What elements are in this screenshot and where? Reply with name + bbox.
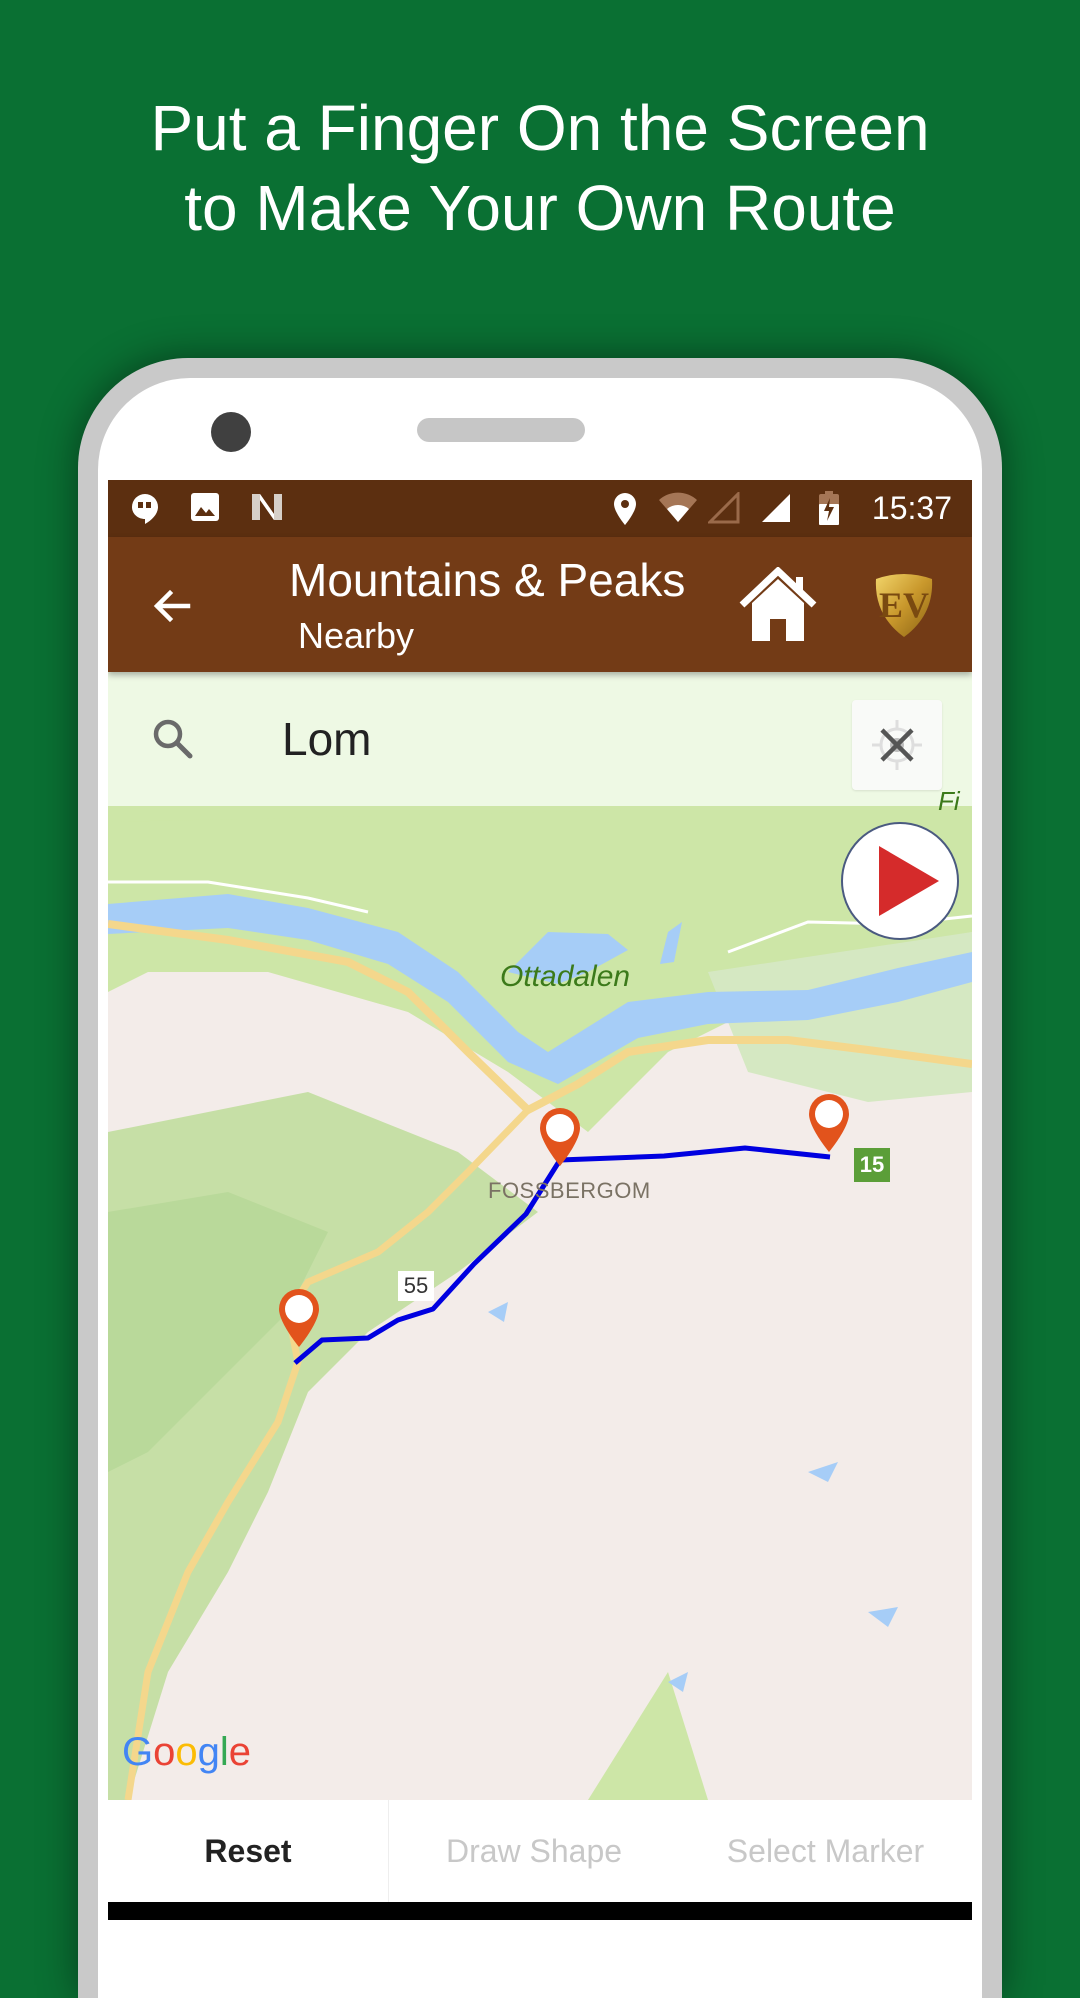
promo-headline-line2: to Make Your Own Route [184, 172, 896, 244]
n-icon [252, 494, 282, 520]
route-marker[interactable] [806, 1092, 852, 1156]
status-time: 15:37 [871, 490, 952, 526]
signal-icon [762, 494, 790, 522]
reset-button[interactable]: Reset [108, 1800, 388, 1902]
toolbar-subtitle: Nearby [298, 615, 415, 656]
home-icon[interactable] [738, 567, 818, 643]
status-bar: 15:37 [108, 480, 972, 537]
bottom-action-bar: Reset Draw Shape Select Marker [108, 1800, 972, 1902]
phone-speaker [417, 418, 585, 442]
route-marker[interactable] [537, 1106, 583, 1170]
phone-camera [211, 412, 251, 452]
hangouts-icon [132, 494, 158, 524]
search-bar [108, 672, 972, 806]
app-toolbar: Mountains & Peaks Nearby EV [108, 537, 972, 672]
image-icon [191, 493, 219, 521]
promo-headline-line1: Put a Finger On the Screen [150, 92, 930, 164]
map-label-partial: Fi [938, 786, 960, 816]
draw-shape-button[interactable]: Draw Shape [389, 1800, 679, 1902]
signal-empty-icon [708, 492, 740, 524]
wifi-icon [659, 492, 697, 522]
google-logo: Google [122, 1730, 251, 1774]
road-shield-15: 15 [854, 1148, 890, 1182]
location-icon [614, 493, 636, 525]
play-icon [879, 846, 939, 916]
search-input[interactable] [280, 702, 764, 776]
close-icon[interactable] [852, 700, 942, 790]
toolbar-title: Mountains & Peaks [289, 554, 686, 606]
logo-text: EV [879, 585, 929, 625]
google-logo-letter: e [228, 1730, 252, 1774]
route-marker[interactable] [276, 1287, 322, 1351]
map-label-town: FOSSBERGOM [488, 1178, 651, 1203]
google-attribution: Google [122, 1730, 251, 1775]
google-logo-letter: g [197, 1730, 220, 1774]
clear-search-button[interactable] [852, 700, 942, 790]
phone-screen: 15:37 Mountains & Peaks Nearby EV Ottada… [108, 480, 972, 1920]
select-marker-button[interactable]: Select Marker [679, 1800, 972, 1902]
app-logo[interactable]: EV [872, 571, 936, 639]
google-logo-letter: o [175, 1730, 198, 1774]
google-logo-letter: l [219, 1730, 229, 1774]
promo-headline: Put a Finger On the Screen to Make Your … [0, 88, 1080, 248]
battery-charging-icon [819, 491, 839, 525]
map-view[interactable]: Ottadalen FOSSBERGOM 55 15 Fi Google [108, 672, 972, 1800]
arrow-back-icon[interactable] [148, 582, 196, 630]
play-route-button[interactable] [841, 822, 959, 940]
google-logo-letter: o [153, 1730, 176, 1774]
road-shield-55: 55 [398, 1271, 434, 1301]
google-logo-letter: G [122, 1730, 154, 1774]
map-label-region: Ottadalen [500, 960, 631, 993]
system-nav-bar [108, 1902, 972, 1920]
search-icon[interactable] [150, 716, 196, 762]
